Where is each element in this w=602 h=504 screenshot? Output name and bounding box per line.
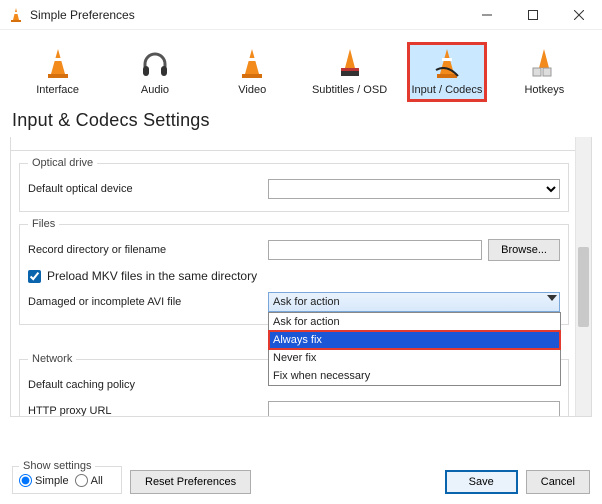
cancel-button[interactable]: Cancel — [526, 470, 590, 494]
damaged-avi-dropdown[interactable]: Ask for action Always fix Never fix Fix … — [268, 312, 561, 386]
preload-mkv-label: Preload MKV files in the same directory — [47, 269, 257, 283]
dropdown-option[interactable]: Fix when necessary — [269, 367, 560, 385]
damaged-avi-value: Ask for action — [273, 296, 340, 308]
default-optical-select[interactable] — [268, 179, 560, 199]
vlc-cone-icon — [8, 7, 24, 23]
tab-interface-label: Interface — [36, 84, 79, 96]
cone-plug-icon — [430, 46, 464, 80]
clapper-icon — [333, 46, 367, 80]
tab-input-codecs-label: Input / Codecs — [411, 84, 482, 96]
show-settings-legend: Show settings — [19, 460, 95, 472]
minimize-button[interactable] — [464, 0, 510, 30]
close-button[interactable] — [556, 0, 602, 30]
group-files: Files Record directory or filename Brows… — [19, 218, 569, 325]
dropdown-option[interactable]: Ask for action — [269, 313, 560, 331]
chevron-down-icon — [547, 295, 557, 301]
reset-preferences-button[interactable]: Reset Preferences — [130, 470, 251, 494]
damaged-avi-label: Damaged or incomplete AVI file — [28, 296, 268, 308]
scrollbar-thumb[interactable] — [578, 247, 589, 327]
tab-hotkeys-label: Hotkeys — [524, 84, 564, 96]
dropdown-option[interactable]: Never fix — [269, 349, 560, 367]
headphones-icon — [138, 46, 172, 80]
tab-audio-label: Audio — [141, 84, 169, 96]
tab-hotkeys[interactable]: Hotkeys — [505, 42, 584, 102]
damaged-avi-combo[interactable]: Ask for action Ask for action Always fix… — [268, 292, 560, 312]
panel-top-cut — [11, 137, 591, 151]
cone-icon — [235, 46, 269, 80]
settings-panel: Optical drive Default optical device Fil… — [10, 137, 592, 417]
cone-keys-icon — [527, 46, 561, 80]
show-settings-group: Show settings Simple All — [12, 460, 122, 494]
page-heading: Input & Codecs Settings — [0, 106, 602, 137]
default-optical-label: Default optical device — [28, 183, 268, 195]
footer: Show settings Simple All Reset Preferenc… — [0, 444, 602, 504]
radio-simple[interactable]: Simple — [19, 474, 69, 487]
radio-all[interactable]: All — [75, 474, 103, 487]
titlebar: Simple Preferences — [0, 0, 602, 30]
save-button[interactable]: Save — [445, 470, 518, 494]
record-dir-label: Record directory or filename — [28, 244, 268, 256]
proxy-label: HTTP proxy URL — [28, 405, 268, 417]
tab-interface[interactable]: Interface — [18, 42, 97, 102]
caching-label: Default caching policy — [28, 379, 268, 391]
window-title: Simple Preferences — [30, 8, 464, 22]
tab-video-label: Video — [238, 84, 266, 96]
group-files-legend: Files — [28, 218, 59, 230]
tab-input-codecs[interactable]: Input / Codecs — [407, 42, 487, 102]
preload-mkv-checkbox[interactable] — [28, 270, 41, 283]
group-optical-legend: Optical drive — [28, 157, 97, 169]
tab-video[interactable]: Video — [213, 42, 292, 102]
group-network-legend: Network — [28, 353, 76, 365]
browse-button[interactable]: Browse... — [488, 239, 560, 261]
maximize-button[interactable] — [510, 0, 556, 30]
category-toolbar: Interface Audio Video Subtitles / OSD In… — [0, 30, 602, 106]
record-dir-input[interactable] — [268, 240, 482, 260]
tab-subtitles[interactable]: Subtitles / OSD — [310, 42, 389, 102]
scrollbar[interactable] — [575, 137, 591, 416]
dropdown-option[interactable]: Always fix — [269, 331, 560, 349]
tab-audio[interactable]: Audio — [115, 42, 194, 102]
tab-subtitles-label: Subtitles / OSD — [312, 84, 387, 96]
group-optical: Optical drive Default optical device — [19, 157, 569, 212]
cone-icon — [41, 46, 75, 80]
proxy-input[interactable] — [268, 401, 560, 417]
